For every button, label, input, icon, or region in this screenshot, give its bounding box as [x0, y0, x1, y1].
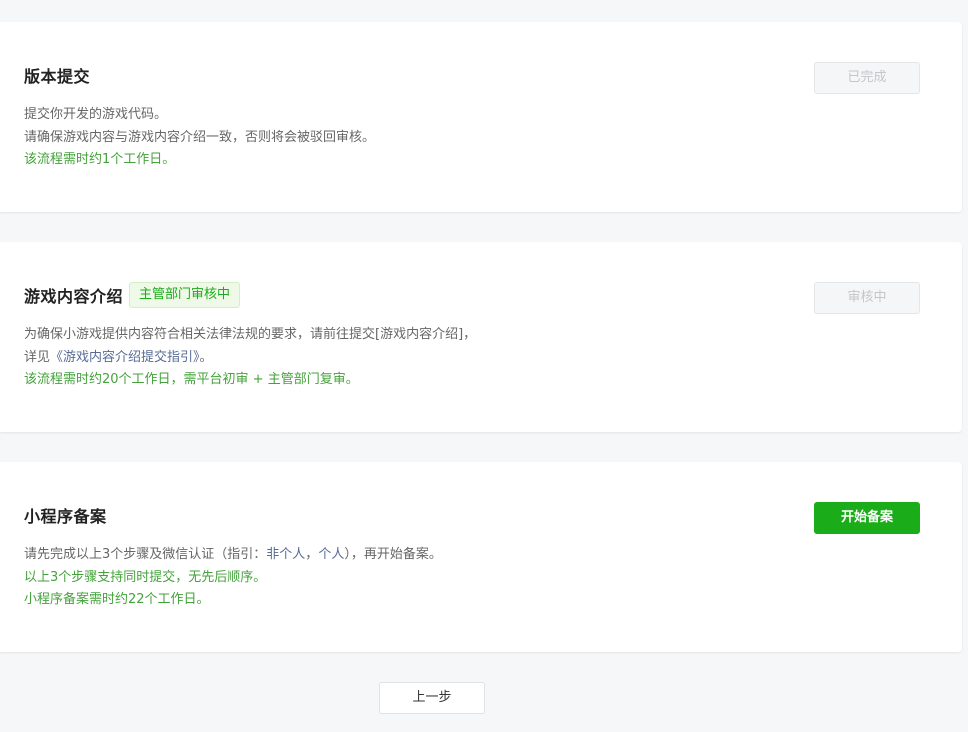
- text-separator: ，: [305, 547, 319, 562]
- step-title: 游戏内容介绍: [24, 287, 124, 306]
- previous-step-button[interactable]: 上一步: [379, 682, 485, 714]
- description-line: 提交你开发的游戏代码。: [24, 107, 168, 122]
- guide-link[interactable]: 《游戏内容介绍提交指引》: [50, 350, 200, 365]
- step-title-row: 小程序备案: [24, 501, 107, 529]
- reviewing-button[interactable]: 审核中: [814, 282, 920, 314]
- duration-note: 小程序备案需时约22个工作日。: [24, 592, 210, 607]
- non-individual-link[interactable]: 非个人: [266, 547, 305, 562]
- text-prefix: 请先完成以上3个步骤及微信认证（指引：: [24, 547, 267, 562]
- text-suffix: 。: [199, 349, 213, 365]
- duration-note: 该流程需时约1个工作日。: [24, 152, 176, 167]
- description-line: 请确保游戏内容与游戏内容介绍一致，否则将会被驳回审核。: [24, 129, 376, 145]
- status-badge: 主管部门审核中: [129, 282, 241, 308]
- step-card-filing: 小程序备案 请先完成以上3个步骤及微信认证（指引：非个人，个人），再开始备案。 …: [0, 462, 962, 652]
- description-line: 详见《游戏内容介绍提交指引》。: [24, 347, 476, 370]
- description-line: 为确保小游戏提供内容符合相关法律法规的要求，请前往提交[游戏内容介绍]，: [24, 327, 477, 342]
- individual-link[interactable]: 个人: [318, 547, 344, 562]
- step-description: 请先完成以上3个步骤及微信认证（指引：非个人，个人），再开始备案。 以上3个步骤…: [24, 544, 442, 612]
- start-filing-button[interactable]: 开始备案: [814, 502, 920, 534]
- step-description: 为确保小游戏提供内容符合相关法律法规的要求，请前往提交[游戏内容介绍]， 详见《…: [24, 324, 476, 392]
- step-title: 版本提交: [24, 67, 91, 86]
- text-prefix: 详见: [24, 349, 51, 365]
- completed-button[interactable]: 已完成: [814, 62, 920, 94]
- text-suffix: ），再开始备案。: [344, 547, 442, 562]
- step-card-game-content: 游戏内容介绍 主管部门审核中 为确保小游戏提供内容符合相关法律法规的要求，请前往…: [0, 242, 962, 432]
- description-line: 请先完成以上3个步骤及微信认证（指引：非个人，个人），再开始备案。: [24, 544, 442, 567]
- step-title: 小程序备案: [24, 507, 107, 526]
- order-note: 以上3个步骤支持同时提交，无先后顺序。: [24, 569, 267, 585]
- step-card-version-submit: 版本提交 提交你开发的游戏代码。 请确保游戏内容与游戏内容介绍一致，否则将会被驳…: [0, 22, 962, 212]
- step-title-row: 版本提交: [24, 61, 90, 89]
- step-title-row: 游戏内容介绍 主管部门审核中: [24, 281, 241, 309]
- duration-note: 该流程需时约20个工作日，需平台初审 + 主管部门复审。: [24, 372, 359, 387]
- step-description: 提交你开发的游戏代码。 请确保游戏内容与游戏内容介绍一致，否则将会被驳回审核。 …: [24, 104, 375, 172]
